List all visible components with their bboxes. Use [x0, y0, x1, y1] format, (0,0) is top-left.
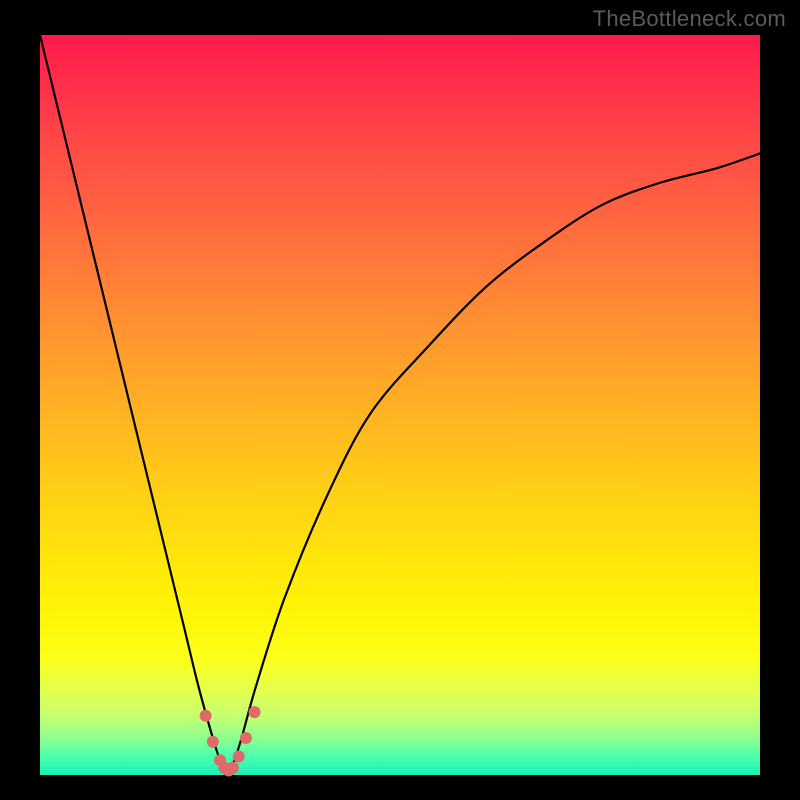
- highlight-markers: [200, 706, 261, 776]
- highlight-point: [249, 706, 261, 718]
- highlight-point: [200, 710, 212, 722]
- chart-frame: TheBottleneck.com: [0, 0, 800, 800]
- highlight-point: [207, 736, 219, 748]
- highlight-point: [227, 762, 239, 774]
- watermark-text: TheBottleneck.com: [593, 6, 786, 32]
- bottleneck-curve: [40, 35, 760, 771]
- highlight-point: [240, 732, 252, 744]
- chart-svg: [40, 35, 760, 775]
- highlight-point: [233, 751, 245, 763]
